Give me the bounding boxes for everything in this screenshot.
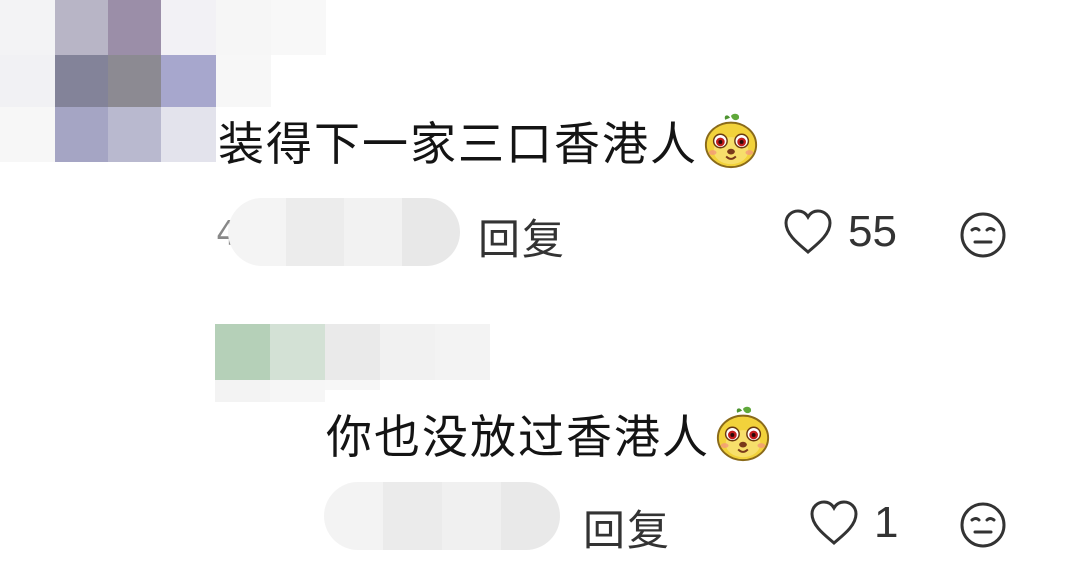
like-count: 55	[848, 207, 897, 256]
like-button[interactable]: 1	[808, 498, 898, 548]
reply-text: 你也没放过香港人	[326, 401, 772, 467]
neutral-face-icon[interactable]	[958, 500, 1008, 550]
reply-button[interactable]: 回复	[478, 206, 566, 267]
heart-icon	[784, 209, 832, 254]
neutral-face-icon[interactable]	[958, 210, 1008, 260]
reply-author-blurred[interactable]	[215, 318, 490, 408]
reply-button[interactable]: 回复	[583, 497, 671, 558]
reply-text-content: 你也没放过香港人	[326, 410, 710, 464]
comment-text: 装得下一家三口香港人	[218, 108, 760, 174]
reply-meta-blurred	[324, 482, 560, 550]
mascot-emoji	[716, 406, 770, 462]
like-button[interactable]: 55	[782, 207, 897, 257]
heart-icon	[810, 500, 858, 545]
comment-meta-blurred	[228, 198, 460, 266]
mascot-emoji	[704, 113, 758, 169]
like-count: 1	[874, 498, 899, 547]
comment-text-content: 装得下一家三口香港人	[218, 117, 698, 171]
